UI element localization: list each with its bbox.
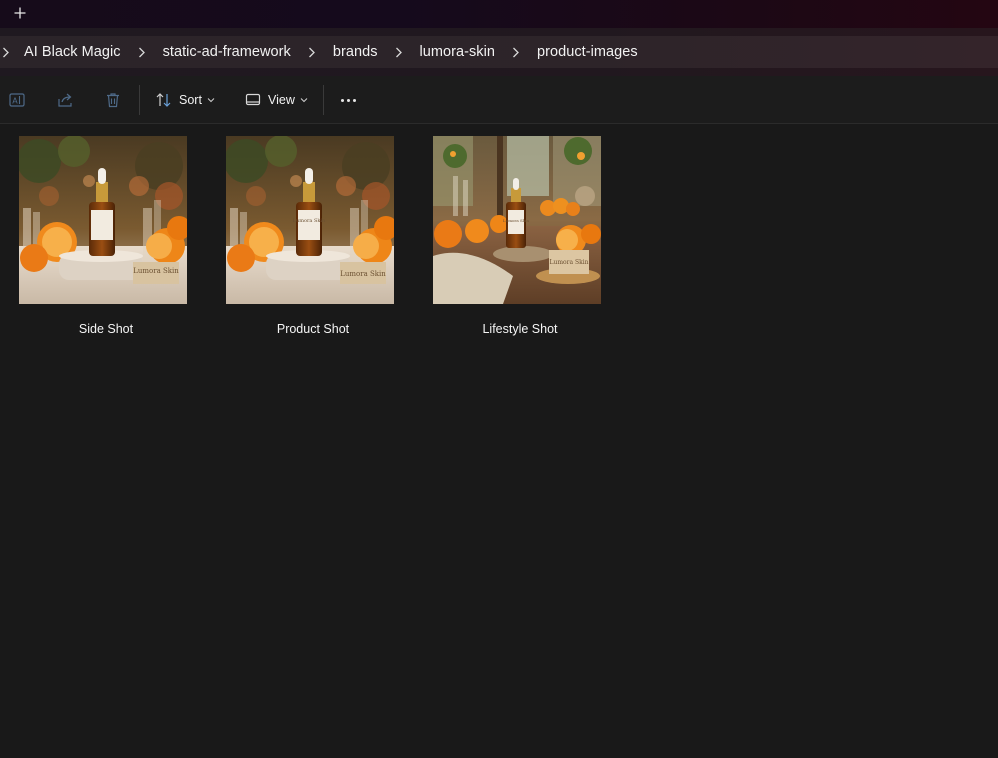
file-tile[interactable]: Lumora Skin Lumora Skin Product Shot — [218, 136, 408, 336]
image-thumbnail[interactable]: Lumora Skin — [19, 136, 187, 304]
file-name[interactable]: Product Shot — [218, 322, 408, 336]
breadcrumb-item-ai-black-magic[interactable]: AI Black Magic — [22, 44, 123, 60]
breadcrumb-chevron-icon[interactable] — [0, 36, 14, 68]
chevron-down-icon — [207, 96, 215, 104]
share-button[interactable] — [53, 88, 77, 112]
breadcrumb-item-brands[interactable]: brands — [331, 44, 380, 60]
breadcrumb-chevron-icon[interactable] — [293, 36, 331, 68]
command-bar: A Sort View — [0, 76, 998, 124]
address-band: AI Black Magic static-ad-framework brand… — [0, 28, 998, 76]
delete-button[interactable] — [101, 88, 125, 112]
thumbnail-image: Lumora Skin Lumora Skin — [226, 136, 394, 304]
file-name[interactable]: Lifestyle Shot — [425, 322, 615, 336]
thumbnail-image: Lumora Skin Lumora Skin — [433, 136, 601, 304]
more-icon — [340, 98, 344, 102]
file-grid: Lumora Skin Side Shot Lumora Skin Lumora… — [0, 125, 998, 758]
more-icon — [346, 98, 350, 102]
breadcrumb-chevron-icon[interactable] — [497, 36, 535, 68]
rename-button[interactable]: A — [5, 88, 29, 112]
file-name[interactable]: Side Shot — [11, 322, 201, 336]
bottle-label: Lumora Skin — [503, 218, 529, 223]
sort-button[interactable]: Sort — [155, 86, 215, 114]
view-button[interactable]: View — [244, 86, 308, 114]
sort-icon — [155, 91, 173, 109]
plus-icon — [14, 7, 26, 19]
chevron-down-icon — [300, 96, 308, 104]
bottle-label: Lumora Skin — [133, 267, 179, 275]
view-label: View — [268, 93, 295, 107]
image-thumbnail[interactable]: Lumora Skin Lumora Skin — [433, 136, 601, 304]
file-tile[interactable]: Lumora Skin Side Shot — [11, 136, 201, 336]
breadcrumb-chevron-icon[interactable] — [123, 36, 161, 68]
breadcrumb[interactable]: AI Black Magic static-ad-framework brand… — [0, 36, 998, 68]
breadcrumb-item-product-images[interactable]: product-images — [535, 44, 640, 60]
box-label: Lumora Skin — [340, 270, 386, 278]
image-thumbnail[interactable]: Lumora Skin Lumora Skin — [226, 136, 394, 304]
breadcrumb-item-lumora-skin[interactable]: lumora-skin — [418, 44, 498, 60]
rename-icon: A — [9, 93, 25, 107]
box-label: Lumora Skin — [549, 259, 588, 266]
svg-text:A: A — [12, 97, 18, 106]
bottle-label: Lumora Skin — [293, 218, 326, 224]
breadcrumb-item-static-ad-framework[interactable]: static-ad-framework — [161, 44, 293, 60]
command-divider — [139, 85, 140, 115]
command-divider — [323, 85, 324, 115]
view-icon — [244, 91, 262, 109]
thumbnail-image: Lumora Skin — [19, 136, 187, 304]
title-bar — [0, 0, 998, 28]
breadcrumb-chevron-icon[interactable] — [380, 36, 418, 68]
sort-label: Sort — [179, 93, 202, 107]
share-icon — [58, 93, 72, 107]
more-icon — [352, 98, 356, 102]
more-options-button[interactable] — [336, 88, 360, 112]
delete-icon — [107, 93, 119, 108]
file-tile[interactable]: Lumora Skin Lumora Skin Lifestyle Shot — [425, 136, 615, 336]
new-tab-button[interactable] — [8, 2, 32, 24]
